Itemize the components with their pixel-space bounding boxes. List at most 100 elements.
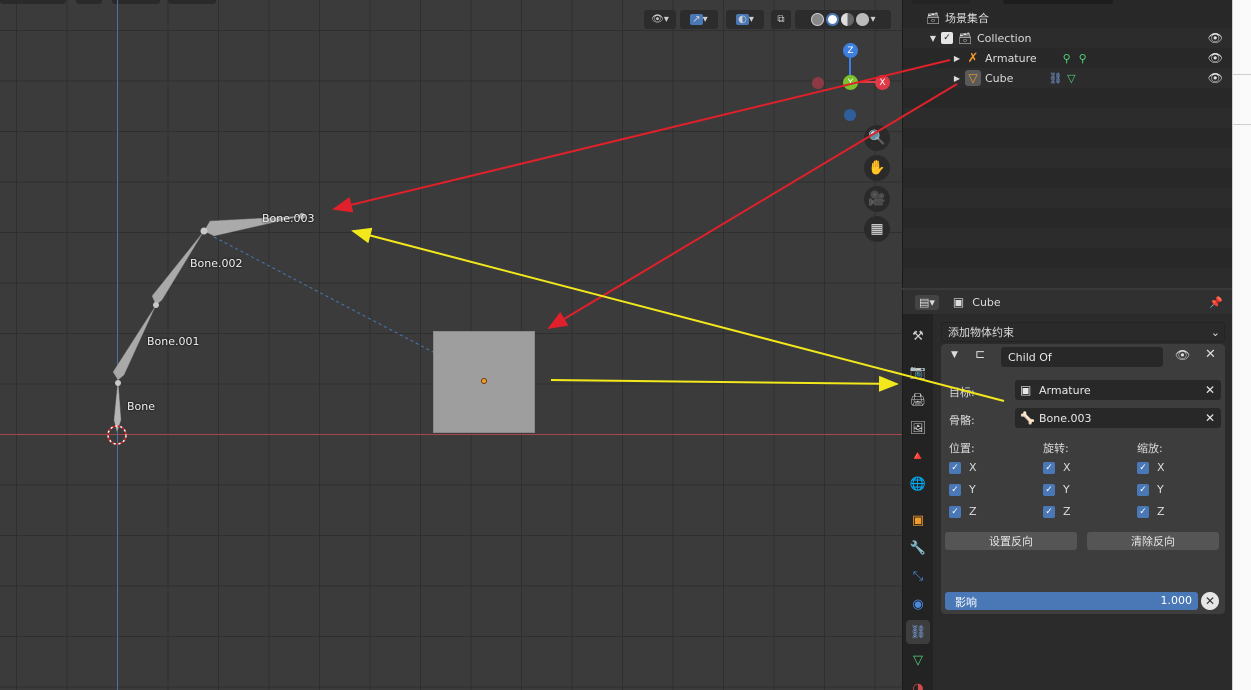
influence-value: 1.000 xyxy=(1160,594,1193,607)
modifier-tab-icon[interactable]: 🔧 xyxy=(906,536,930,560)
bone-label-field: 骨骼: xyxy=(949,414,975,427)
physics-tab-icon[interactable]: ◉ xyxy=(906,592,930,616)
rotation-x-checkbox[interactable]: ✓ xyxy=(1043,462,1055,474)
view-layer-tab-icon[interactable]: 🖼 xyxy=(906,416,930,440)
location-z-checkbox[interactable]: ✓ xyxy=(949,506,961,518)
expand-arrow-icon[interactable]: ▼ xyxy=(925,30,941,46)
bone-label: Bone xyxy=(127,400,156,413)
properties-tab-bar: ⚒ 📷 🖨 🖼 🔺 🌐 ▣ 🔧 ⤡ ◉ ⛓ ▽ ◑ xyxy=(903,314,933,690)
add-constraint-dropdown[interactable]: 添加物体约束 ⌄ xyxy=(941,322,1225,342)
collection-label: Collection xyxy=(977,31,1032,45)
outliner-empty-row xyxy=(903,188,1233,208)
object-name-label: Cube xyxy=(972,295,1001,309)
axis-label: Z xyxy=(1157,505,1165,518)
axis-label: Z xyxy=(969,505,977,518)
expand-arrow-icon[interactable]: ▶ xyxy=(949,70,965,86)
clear-icon[interactable]: ✕ xyxy=(1205,411,1215,425)
render-tab-icon[interactable]: 📷 xyxy=(906,360,930,384)
data-tab-icon[interactable]: ▽ xyxy=(906,648,930,672)
collapse-arrow-icon[interactable]: ▼ xyxy=(951,350,958,360)
armature-data-icon[interactable]: ⚲ xyxy=(1059,50,1075,66)
mesh-data-icon[interactable]: ▽ xyxy=(1063,70,1079,86)
location-x-checkbox[interactable]: ✓ xyxy=(949,462,961,474)
outliner-panel[interactable]: 🗃 场景集合 ▼ ✓ 🗃 Collection 👁 ▶ ✗ Armature ⚲… xyxy=(902,0,1233,288)
tool-tab-icon[interactable]: ⚒ xyxy=(906,324,930,348)
rotation-z-checkbox[interactable]: ✓ xyxy=(1043,506,1055,518)
axis-label: X xyxy=(1157,461,1165,474)
rotation-y-checkbox[interactable]: ✓ xyxy=(1043,484,1055,496)
outliner-header-stub xyxy=(911,0,971,4)
eye-icon[interactable]: 👁 xyxy=(1208,31,1223,45)
influence-label: 影响 xyxy=(955,596,977,609)
scene-tab-icon[interactable]: 🔺 xyxy=(906,444,930,468)
eye-icon[interactable]: 👁 xyxy=(1208,51,1223,65)
location-label: 位置: xyxy=(949,442,975,455)
eye-icon[interactable]: 👁 xyxy=(1175,348,1190,362)
bone-shape-0[interactable] xyxy=(113,379,122,433)
output-tab-icon[interactable]: 🖨 xyxy=(906,388,930,412)
child-of-constraint-panel: ▼ ⊏ Child Of 👁 ✕ 目标: ▣ Armature ✕ 骨骼: 🦴 … xyxy=(941,344,1225,614)
bone-label: Bone.003 xyxy=(262,212,315,225)
world-tab-icon[interactable]: 🌐 xyxy=(906,472,930,496)
disable-keep-transform-icon[interactable]: ✕ xyxy=(1201,592,1219,610)
bone-field[interactable]: 🦴 Bone.003 ✕ xyxy=(1015,408,1221,428)
edge-segment xyxy=(1233,0,1251,75)
exclude-checkbox[interactable]: ✓ xyxy=(941,32,953,44)
object-icon: ▣ xyxy=(1020,383,1032,397)
outliner-row-cube[interactable]: ▶ ▽ Cube ⛓ ▽ 👁 xyxy=(903,68,1233,88)
target-label: 目标: xyxy=(949,386,975,399)
cube-label: Cube xyxy=(985,71,1014,85)
outliner-row-armature[interactable]: ▶ ✗ Armature ⚲ ⚲ 👁 xyxy=(903,48,1233,68)
editor-type-dropdown[interactable]: ▤▾ xyxy=(915,294,939,310)
bone-value: Bone.003 xyxy=(1039,411,1092,425)
scale-z-checkbox[interactable]: ✓ xyxy=(1137,506,1149,518)
outliner-empty-row xyxy=(903,228,1233,248)
armature-label: Armature xyxy=(985,51,1037,65)
material-tab-icon[interactable]: ◑ xyxy=(906,676,930,690)
bone-joint xyxy=(200,227,208,235)
particles-tab-icon[interactable]: ⤡ xyxy=(906,564,930,588)
scale-x-checkbox[interactable]: ✓ xyxy=(1137,462,1149,474)
pin-icon[interactable]: 📌 xyxy=(1209,296,1223,309)
outliner-empty-row xyxy=(903,108,1233,128)
clear-icon[interactable]: ✕ xyxy=(1205,383,1215,397)
constraint-icon[interactable]: ⛓ xyxy=(1047,70,1063,86)
collection-icon: 🗃 xyxy=(958,31,972,45)
armature-icon: ✗ xyxy=(967,50,979,66)
bone-joint xyxy=(115,380,121,386)
expand-arrow-icon[interactable]: ▶ xyxy=(949,50,965,66)
outliner-search-field[interactable] xyxy=(1003,0,1113,4)
3d-viewport[interactable]: 👁▾ ↗ ▾ ◐ ▾ ⧉ ▾ Z Y X 🔍 ✋ 🎥 ▦ Bone Bone.001… xyxy=(0,0,902,690)
scale-y-checkbox[interactable]: ✓ xyxy=(1137,484,1149,496)
target-value: Armature xyxy=(1039,383,1091,397)
object-icon: ▣ xyxy=(952,295,965,309)
parent-relationship-line xyxy=(213,236,434,353)
axis-label: Y xyxy=(1063,483,1070,496)
rotation-label: 旋转: xyxy=(1043,442,1069,455)
influence-slider[interactable]: 影响 1.000 xyxy=(945,592,1198,610)
browser-edge xyxy=(1232,0,1251,690)
chevron-down-icon: ⌄ xyxy=(1210,325,1220,339)
outliner-row-scene-collection[interactable]: 🗃 场景集合 xyxy=(903,8,1233,28)
constraint-name-value: Child Of xyxy=(1008,350,1052,364)
outliner-empty-row xyxy=(903,148,1233,168)
outliner-empty-row xyxy=(903,268,1233,288)
clear-inverse-label: 清除反向 xyxy=(1131,535,1175,548)
bone-label: Bone.001 xyxy=(147,335,200,348)
location-y-checkbox[interactable]: ✓ xyxy=(949,484,961,496)
properties-panel[interactable]: ▤▾ ▣ Cube 📌 ⚒ 📷 🖨 🖼 🔺 🌐 ▣ 🔧 ⤡ ◉ ⛓ ▽ ◑ 添加… xyxy=(902,290,1233,690)
constraint-name-field[interactable]: Child Of xyxy=(1001,347,1163,367)
set-inverse-button[interactable]: 设置反向 xyxy=(945,532,1077,550)
axis-label: Y xyxy=(969,483,976,496)
add-constraint-label: 添加物体约束 xyxy=(948,326,1014,339)
constraint-tab-icon[interactable]: ⛓ xyxy=(906,620,930,644)
outliner-row-collection[interactable]: ▼ ✓ 🗃 Collection 👁 xyxy=(903,28,1233,48)
close-icon[interactable]: ✕ xyxy=(1205,347,1216,362)
clear-inverse-button[interactable]: 清除反向 xyxy=(1087,532,1219,550)
properties-header: ▤▾ ▣ Cube 📌 xyxy=(903,290,1233,314)
pose-icon[interactable]: ⚲ xyxy=(1075,50,1091,66)
target-field[interactable]: ▣ Armature ✕ xyxy=(1015,380,1221,400)
object-tab-icon[interactable]: ▣ xyxy=(906,508,930,532)
axis-label: Y xyxy=(1157,483,1164,496)
eye-icon[interactable]: 👁 xyxy=(1208,71,1223,85)
